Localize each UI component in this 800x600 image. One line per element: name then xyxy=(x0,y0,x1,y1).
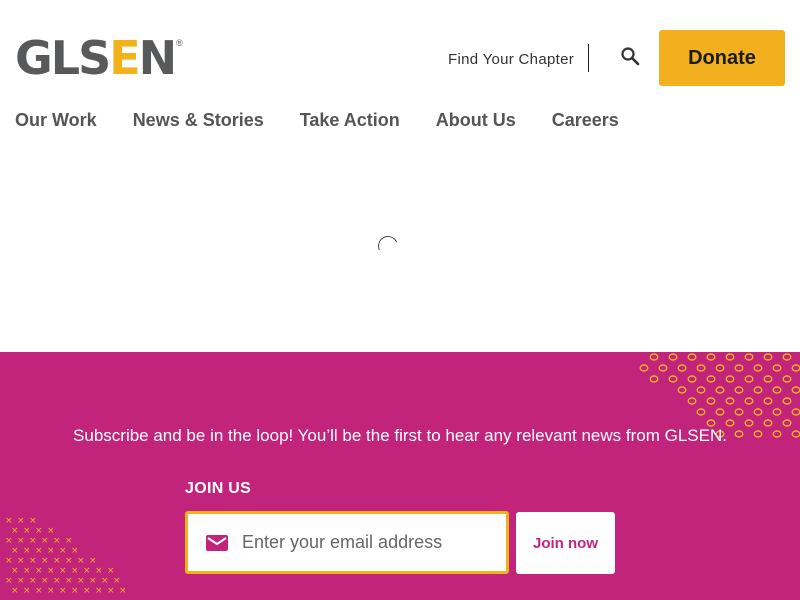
registered-mark: ® xyxy=(176,38,183,48)
svg-text:×: × xyxy=(29,536,37,546)
svg-text:×: × xyxy=(113,576,121,586)
svg-text:×: × xyxy=(41,576,49,586)
svg-text:×: × xyxy=(17,556,25,566)
decorative-x-pattern: × × ×× × × ×× × × × × ×× × × × × ×× × × × × × × ×× × × × × × × × ×× × × ×… xyxy=(5,517,127,596)
svg-text:×: × xyxy=(59,566,67,576)
search-button[interactable] xyxy=(616,42,644,70)
svg-text:×: × xyxy=(95,586,103,596)
subscribe-section: × × × × × × × × × × × × × × × × × × × × × × × × × × × × × × × × × × × × × × × ×… xyxy=(0,352,800,600)
svg-text:×: × xyxy=(77,576,85,586)
mail-icon xyxy=(206,534,228,551)
svg-text:×: × xyxy=(11,586,19,596)
logo-wordmark: GLSEN xyxy=(15,31,177,85)
svg-text:×: × xyxy=(71,546,79,556)
svg-text:×: × xyxy=(59,546,67,556)
svg-text:×: × xyxy=(107,566,115,576)
svg-text:×: × xyxy=(83,586,91,596)
header-divider xyxy=(588,44,589,72)
svg-text:×: × xyxy=(35,566,43,576)
svg-text:×: × xyxy=(47,546,55,556)
svg-text:×: × xyxy=(83,566,91,576)
svg-text:×: × xyxy=(5,556,13,566)
svg-text:×: × xyxy=(65,536,73,546)
svg-text:×: × xyxy=(107,586,115,596)
svg-text:×: × xyxy=(29,576,37,586)
join-us-label: JOIN US xyxy=(185,480,252,497)
svg-text:×: × xyxy=(53,536,61,546)
svg-text:×: × xyxy=(11,566,19,576)
svg-text:×: × xyxy=(41,536,49,546)
donate-button[interactable]: Donate xyxy=(659,30,785,86)
svg-text:×: × xyxy=(47,566,55,576)
svg-text:×: × xyxy=(47,526,55,536)
svg-text:×: × xyxy=(35,546,43,556)
svg-text:×: × xyxy=(101,576,109,586)
svg-text:×: × xyxy=(11,526,19,536)
svg-text:×: × xyxy=(119,586,127,596)
svg-text:×: × xyxy=(35,526,43,536)
svg-text:×: × xyxy=(53,556,61,566)
svg-text:×: × xyxy=(23,586,31,596)
svg-text:×: × xyxy=(23,566,31,576)
svg-text:×: × xyxy=(95,566,103,576)
svg-text:×: × xyxy=(11,546,19,556)
nav-item-our-work[interactable]: Our Work xyxy=(15,110,97,131)
svg-text:×: × xyxy=(23,526,31,536)
email-field[interactable] xyxy=(185,511,509,574)
svg-text:×: × xyxy=(47,586,55,596)
svg-text:×: × xyxy=(5,536,13,546)
nav-item-take-action[interactable]: Take Action xyxy=(300,110,400,131)
svg-text:×: × xyxy=(17,517,25,526)
svg-text:×: × xyxy=(23,546,31,556)
svg-text:×: × xyxy=(41,556,49,566)
glsen-logo[interactable]: GLSEN ® xyxy=(15,31,183,85)
loading-spinner-icon xyxy=(375,233,401,259)
svg-text:×: × xyxy=(5,576,13,586)
find-your-chapter-link[interactable]: Find Your Chapter xyxy=(448,51,574,68)
svg-text:×: × xyxy=(5,517,13,526)
svg-text:×: × xyxy=(71,566,79,576)
nav-item-about-us[interactable]: About Us xyxy=(436,110,516,131)
svg-text:×: × xyxy=(59,586,67,596)
svg-text:×: × xyxy=(35,586,43,596)
svg-text:×: × xyxy=(89,576,97,586)
svg-text:×: × xyxy=(65,556,73,566)
email-input[interactable] xyxy=(242,532,482,553)
subscribe-message: Subscribe and be in the loop! You’ll be … xyxy=(73,426,727,445)
svg-text:×: × xyxy=(17,576,25,586)
join-now-button[interactable]: Join now xyxy=(516,512,615,574)
svg-text:×: × xyxy=(89,556,97,566)
svg-text:×: × xyxy=(29,556,37,566)
main-nav: Our Work News & Stories Take Action Abou… xyxy=(15,110,655,131)
svg-text:×: × xyxy=(77,556,85,566)
search-icon xyxy=(621,47,640,66)
svg-text:×: × xyxy=(65,576,73,586)
svg-text:×: × xyxy=(17,536,25,546)
nav-item-news-stories[interactable]: News & Stories xyxy=(133,110,264,131)
svg-text:×: × xyxy=(71,586,79,596)
nav-item-careers[interactable]: Careers xyxy=(552,110,619,131)
svg-text:×: × xyxy=(53,576,61,586)
svg-text:×: × xyxy=(29,517,37,526)
